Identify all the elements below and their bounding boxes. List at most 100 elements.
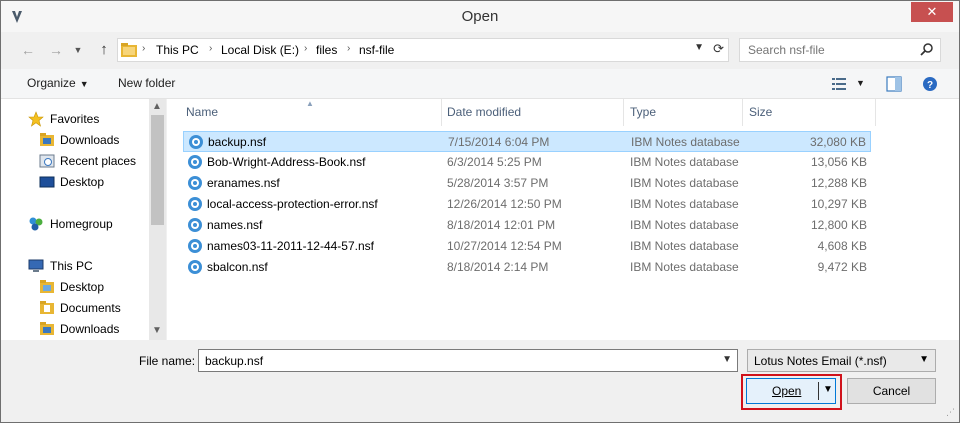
notes-database-icon — [188, 239, 202, 253]
back-button[interactable]: ← — [17, 39, 39, 61]
file-size: 32,080 KB — [809, 135, 866, 149]
file-row[interactable]: local-access-protection-error.nsf 12/26/… — [183, 194, 871, 215]
file-name: local-access-protection-error.nsf — [207, 197, 378, 211]
new-folder-button[interactable]: New folder — [118, 76, 175, 90]
file-row[interactable]: eranames.nsf 5/28/2014 3:57 PM IBM Notes… — [183, 173, 871, 194]
up-button[interactable]: ↑ — [93, 39, 115, 61]
sidebar-item-homegroup[interactable]: Homegroup — [1, 214, 149, 234]
search-input[interactable] — [746, 42, 916, 58]
file-row[interactable]: names.nsf 8/18/2014 12:01 PM IBM Notes d… — [183, 215, 871, 236]
close-icon: ✕ — [926, 4, 938, 19]
help-icon[interactable]: ? — [922, 76, 938, 92]
sidebar-item-documents[interactable]: Documents — [1, 298, 149, 318]
file-row[interactable]: backup.nsf 7/15/2014 6:04 PM IBM Notes d… — [183, 131, 871, 152]
open-button-label: Open — [772, 384, 802, 398]
file-type-value: Lotus Notes Email (*.nsf) — [754, 354, 887, 368]
computer-icon — [28, 259, 44, 272]
notes-database-icon — [188, 176, 202, 190]
cancel-button-label: Cancel — [872, 384, 911, 398]
file-type-select[interactable]: Lotus Notes Email (*.nsf) ▼ — [747, 349, 936, 372]
refresh-icon[interactable]: ⟳ — [713, 41, 724, 57]
sidebar-item-label: Downloads — [60, 322, 120, 336]
cancel-button[interactable]: Cancel — [847, 378, 936, 404]
file-type: IBM Notes database — [630, 218, 739, 232]
organize-button[interactable]: Organize ▼ — [27, 76, 89, 90]
file-size: 13,056 KB — [810, 155, 867, 169]
file-row[interactable]: Bob-Wright-Address-Book.nsf 6/3/2014 5:2… — [183, 152, 871, 173]
up-arrow-icon: ↑ — [100, 41, 108, 58]
forward-arrow-icon: → — [49, 42, 63, 58]
folder-icon — [40, 301, 54, 314]
file-date: 7/15/2014 6:04 PM — [448, 135, 550, 149]
sidebar-item-desktop[interactable]: Desktop — [1, 172, 149, 192]
file-name-combobox[interactable]: ▼ — [198, 349, 738, 372]
sidebar-item-label: Homegroup — [50, 217, 113, 231]
file-name-input[interactable] — [203, 353, 703, 369]
view-dropdown-icon[interactable]: ▼ — [856, 78, 865, 88]
scroll-up-icon[interactable]: ▲ — [152, 101, 162, 112]
recent-locations-button[interactable]: ▼ — [71, 39, 85, 61]
forward-button[interactable]: → — [45, 39, 67, 61]
file-type: IBM Notes database — [630, 155, 739, 169]
sidebar-item-desktop-pc[interactable]: Desktop — [1, 277, 149, 297]
new-folder-label: New folder — [118, 76, 176, 90]
file-type: IBM Notes database — [630, 260, 739, 274]
preview-pane-icon[interactable] — [886, 76, 902, 92]
sidebar-item-downloads[interactable]: Downloads — [1, 130, 149, 150]
notes-database-icon — [188, 218, 202, 232]
breadcrumb-files[interactable]: files — [316, 43, 337, 57]
file-date: 6/3/2014 5:25 PM — [447, 155, 542, 169]
sidebar-item-recent-places[interactable]: Recent places — [1, 151, 149, 171]
sidebar-item-label: Downloads — [60, 133, 120, 147]
folder-icon — [40, 280, 54, 293]
search-box[interactable] — [739, 38, 941, 62]
chevron-down-icon: ▼ — [79, 79, 89, 89]
column-header-name[interactable]: Name — [179, 99, 442, 126]
address-bar[interactable]: › This PC › Local Disk (E:) › files › ns… — [117, 38, 729, 62]
resize-grip-icon[interactable]: ⋰ — [946, 407, 955, 418]
sidebar-item-favorites[interactable]: Favorites — [1, 109, 149, 129]
sidebar-scrollbar[interactable]: ▲ ▼ — [149, 99, 166, 340]
file-row[interactable]: names03-11-2011-12-44-57.nsf 10/27/2014 … — [183, 236, 871, 257]
address-dropdown-icon[interactable]: ▼ — [694, 42, 704, 53]
file-name-label: File name: — [139, 354, 196, 368]
notes-database-icon — [188, 155, 202, 169]
close-button[interactable]: ✕ — [911, 2, 953, 22]
sidebar-item-this-pc[interactable]: This PC — [1, 256, 149, 276]
column-header-type[interactable]: Type — [623, 99, 743, 126]
chevron-down-icon[interactable]: ▼ — [722, 354, 732, 365]
file-name: names.nsf — [207, 218, 263, 232]
scrollbar-thumb[interactable] — [151, 115, 164, 225]
sidebar-item-downloads-pc[interactable]: Downloads — [1, 319, 149, 339]
view-options-icon[interactable] — [832, 77, 846, 91]
breadcrumb-separator: › — [209, 43, 213, 54]
star-icon — [28, 111, 44, 127]
file-row[interactable]: sbalcon.nsf 8/18/2014 2:14 PM IBM Notes … — [183, 257, 871, 278]
svg-text:?: ? — [927, 80, 933, 91]
file-size: 12,800 KB — [810, 218, 867, 232]
split-divider — [818, 382, 819, 400]
breadcrumb-separator: › — [142, 43, 146, 54]
breadcrumb-local-disk[interactable]: Local Disk (E:) — [221, 43, 299, 57]
scroll-down-icon[interactable]: ▼ — [152, 325, 162, 336]
file-name: eranames.nsf — [207, 176, 280, 190]
file-date: 10/27/2014 12:54 PM — [447, 239, 562, 253]
recent-places-icon — [39, 154, 55, 168]
folder-icon — [121, 43, 137, 57]
notes-database-icon — [188, 260, 202, 274]
folder-icon — [40, 322, 54, 335]
file-name: backup.nsf — [208, 135, 267, 149]
window-title: Open — [461, 8, 499, 25]
breadcrumb-nsf-file[interactable]: nsf-file — [359, 43, 394, 57]
file-name: names03-11-2011-12-44-57.nsf — [207, 239, 374, 253]
breadcrumb-separator: › — [304, 43, 308, 54]
column-header-size[interactable]: Size — [742, 99, 876, 126]
open-button[interactable]: Open ▼ — [746, 378, 836, 404]
open-options-dropdown-icon[interactable]: ▼ — [823, 384, 833, 395]
file-size: 10,297 KB — [810, 197, 867, 211]
breadcrumb-this-pc[interactable]: This PC — [156, 43, 199, 57]
file-type: IBM Notes database — [631, 135, 740, 149]
column-header-date-modified[interactable]: Date modified — [440, 99, 624, 126]
chevron-down-icon: ▼ — [73, 45, 83, 55]
file-name: Bob-Wright-Address-Book.nsf — [207, 155, 366, 169]
